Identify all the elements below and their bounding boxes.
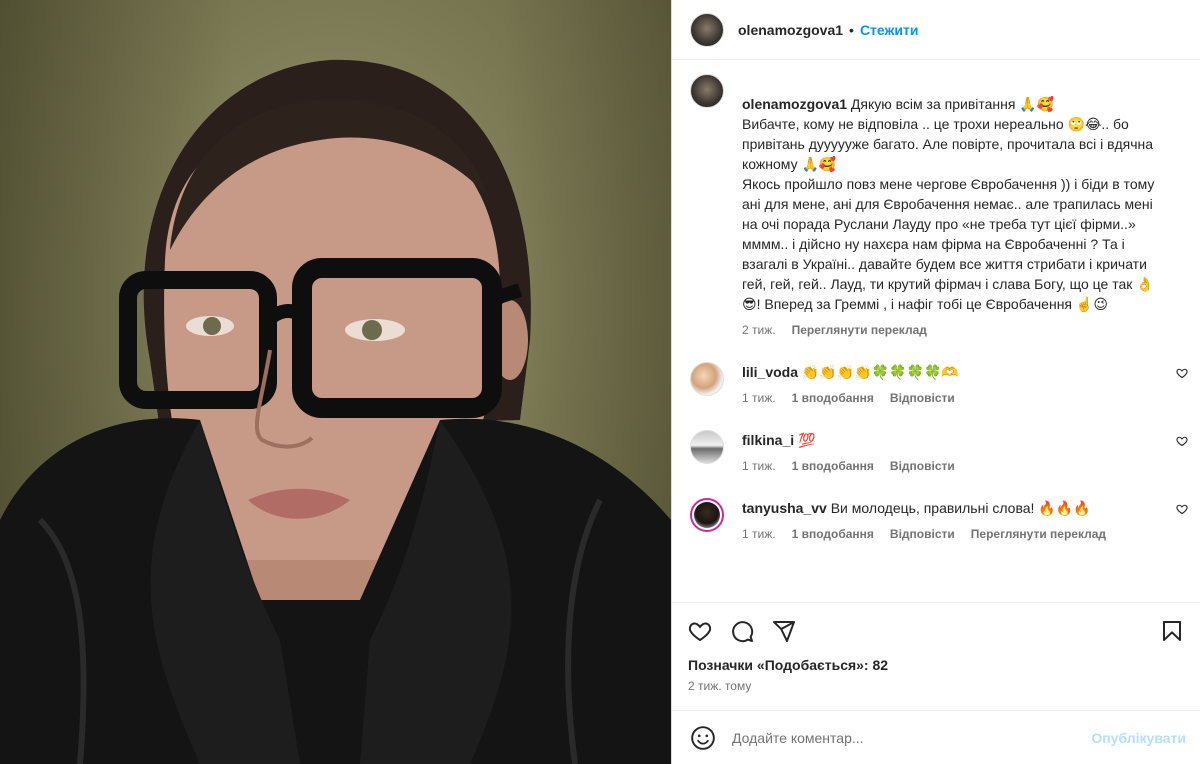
comment-item: tanyusha_vv Ви молодець, правильні слова… xyxy=(690,498,1188,544)
selfie-illustration xyxy=(0,59,671,764)
comment-time[interactable]: 1 тиж. xyxy=(742,388,776,408)
reply-button[interactable]: Відповісти xyxy=(890,456,955,476)
likes-count[interactable]: Позначки «Подобається»: 82 xyxy=(688,657,1184,673)
comment-item: lili_voda 👏👏👏👏🍀🍀🍀🍀🫶 1 тиж. 1 вподобання … xyxy=(690,362,1188,408)
caption-meta: 2 тиж. Переглянути переклад xyxy=(742,320,1162,340)
comment-heart-icon[interactable] xyxy=(1176,502,1188,518)
emoji-icon[interactable] xyxy=(690,725,716,751)
comment-text: 💯 xyxy=(794,432,816,448)
publish-button[interactable]: Опублікувати xyxy=(1091,730,1186,746)
post-photo[interactable] xyxy=(0,0,671,764)
comment-likes[interactable]: 1 вподобання xyxy=(792,388,874,408)
comment-heart-icon[interactable] xyxy=(1176,366,1188,382)
caption: olenamozgova1 Дякую всім за привітання 🙏… xyxy=(690,74,1182,340)
share-icon[interactable] xyxy=(772,619,796,643)
comment-avatar[interactable] xyxy=(690,430,724,464)
bookmark-icon[interactable] xyxy=(1160,619,1184,643)
comments-section[interactable]: olenamozgova1 Дякую всім за привітання 🙏… xyxy=(672,60,1200,602)
author-avatar[interactable] xyxy=(690,12,724,47)
caption-time[interactable]: 2 тиж. xyxy=(742,320,776,340)
comment-time[interactable]: 1 тиж. xyxy=(742,524,776,544)
post-header: olenamozgova1 • Стежити xyxy=(672,0,1200,60)
comment-translate-button[interactable]: Переглянути переклад xyxy=(971,524,1106,544)
comment-text: 👏👏👏👏🍀🍀🍀🍀🫶 xyxy=(798,364,959,380)
posted-time[interactable]: 2 тиж. тому xyxy=(688,679,1184,693)
caption-avatar[interactable] xyxy=(690,74,724,108)
comment-meta: 1 тиж. 1 вподобання Відповісти Перегляну… xyxy=(742,524,1162,544)
header-separator: • xyxy=(849,21,854,38)
author-username[interactable]: olenamozgova1 xyxy=(738,22,843,38)
comment-text: Ви молодець, правильні слова! 🔥🔥🔥 xyxy=(826,500,1091,516)
comment-input[interactable] xyxy=(732,729,1092,746)
heart-icon[interactable] xyxy=(688,619,712,643)
action-buttons xyxy=(688,615,1184,647)
post-actions: Позначки «Подобається»: 82 2 тиж. тому xyxy=(672,602,1200,710)
comment-heart-icon[interactable] xyxy=(1176,434,1188,450)
comment-likes[interactable]: 1 вподобання xyxy=(792,456,874,476)
comment-username[interactable]: tanyusha_vv xyxy=(742,500,827,516)
comment-likes[interactable]: 1 вподобання xyxy=(792,524,874,544)
comment-avatar[interactable] xyxy=(690,498,724,532)
caption-text: Дякую всім за привітання 🙏🥰 Вибачте, ком… xyxy=(742,96,1155,312)
comment-item: filkina_i 💯 1 тиж. 1 вподобання Відповіс… xyxy=(690,430,1188,476)
comment-time[interactable]: 1 тиж. xyxy=(742,456,776,476)
comment-meta: 1 тиж. 1 вподобання Відповісти xyxy=(742,388,1162,408)
post-panel: olenamozgova1 • Стежити olenamozgova1 Дя… xyxy=(672,0,1200,764)
post-view: olenamozgova1 • Стежити olenamozgova1 Дя… xyxy=(0,0,1200,764)
comment-username[interactable]: lili_voda xyxy=(742,364,798,380)
comment-meta: 1 тиж. 1 вподобання Відповісти xyxy=(742,456,1162,476)
comment-username[interactable]: filkina_i xyxy=(742,432,794,448)
reply-button[interactable]: Відповісти xyxy=(890,388,955,408)
comment-avatar[interactable] xyxy=(690,362,724,396)
reply-button[interactable]: Відповісти xyxy=(890,524,955,544)
caption-username[interactable]: olenamozgova1 xyxy=(742,96,847,112)
caption-translate-button[interactable]: Переглянути переклад xyxy=(792,320,927,340)
add-comment-bar: Опублікувати xyxy=(672,710,1200,764)
comment-icon[interactable] xyxy=(730,619,754,643)
follow-button[interactable]: Стежити xyxy=(860,22,919,38)
